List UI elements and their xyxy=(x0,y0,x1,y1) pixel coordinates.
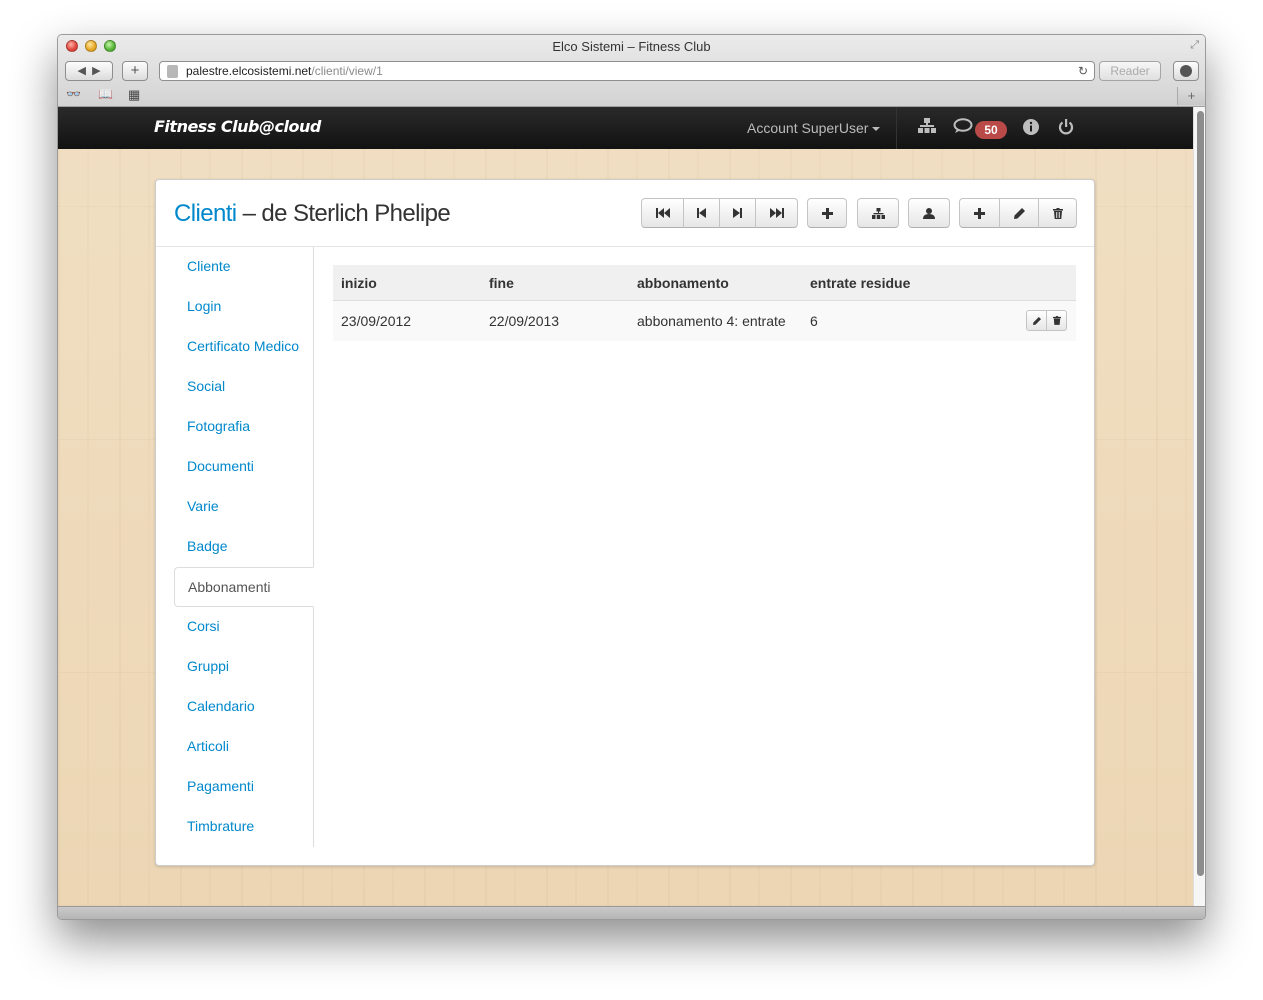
url-host: palestre.elcosistemi.net xyxy=(186,64,312,78)
plus-icon xyxy=(974,207,985,219)
reload-icon[interactable]: ↻ xyxy=(1078,62,1088,80)
top-navbar: Fitness Club@cloud Account SuperUser 50 xyxy=(58,107,1193,149)
column-header-abbonamento: abbonamento xyxy=(637,275,729,291)
status-bar xyxy=(58,906,1205,919)
previous-record-button[interactable] xyxy=(683,198,720,228)
trash-icon xyxy=(1052,316,1061,325)
page-title: Clienti – de Sterlich Phelipe xyxy=(174,200,451,228)
top-sites-icon[interactable]: ▦ xyxy=(128,87,140,103)
vertical-scrollbar[interactable] xyxy=(1193,107,1205,906)
previous-icon xyxy=(697,208,706,218)
back-icon[interactable]: ◀ xyxy=(77,65,85,77)
sidebar-item-pagamenti[interactable]: Pagamenti xyxy=(174,767,314,807)
add-bookmark-button[interactable]: + xyxy=(122,61,148,81)
bookmarks-icon[interactable]: 📖 xyxy=(98,87,113,101)
trash-icon xyxy=(1052,207,1063,219)
back-forward-buttons[interactable]: ◀ ▶ xyxy=(65,61,113,81)
user-icon xyxy=(923,207,935,219)
structure-group xyxy=(857,198,899,228)
subscription-actions-group xyxy=(959,198,1077,228)
table-row: 23/09/2012 22/09/2013 abbonamento 4: ent… xyxy=(333,301,1076,341)
brand-logo[interactable]: Fitness Club@cloud xyxy=(154,117,321,136)
user-button[interactable] xyxy=(908,198,950,228)
new-tab-button[interactable]: + xyxy=(1177,87,1205,105)
client-name: de Sterlich Phelipe xyxy=(261,200,451,227)
add-subscription-button[interactable] xyxy=(959,198,1000,228)
sitemap-icon[interactable] xyxy=(918,118,936,134)
caret-down-icon xyxy=(872,127,881,132)
structure-button[interactable] xyxy=(857,198,899,228)
last-icon xyxy=(769,208,784,218)
power-icon[interactable] xyxy=(1057,118,1075,136)
sidebar-item-articoli[interactable]: Articoli xyxy=(174,727,314,767)
breadcrumb-clienti[interactable]: Clienti xyxy=(174,200,237,227)
column-header-fine: fine xyxy=(489,275,514,291)
forward-icon[interactable]: ▶ xyxy=(92,65,100,77)
sidebar-item-login[interactable]: Login xyxy=(174,287,314,327)
downloads-icon[interactable] xyxy=(1173,61,1199,81)
page-viewport: Fitness Club@cloud Account SuperUser 50 … xyxy=(58,107,1193,906)
next-record-button[interactable] xyxy=(719,198,756,228)
title-separator: – xyxy=(236,200,262,227)
sidebar-item-certificato-medico[interactable]: Certificato Medico xyxy=(174,327,314,367)
account-menu[interactable]: Account SuperUser xyxy=(747,120,881,136)
pencil-icon xyxy=(1013,207,1025,219)
add-client-group xyxy=(807,198,847,228)
messages-count-badge[interactable]: 50 xyxy=(975,121,1007,139)
window-title: Elco Sistemi – Fitness Club xyxy=(552,39,711,54)
row-actions xyxy=(1026,310,1067,331)
cell-abbonamento: abbonamento 4: entrate xyxy=(637,313,786,329)
row-edit-button[interactable] xyxy=(1026,310,1047,331)
sidebar-item-corsi[interactable]: Corsi xyxy=(174,607,314,647)
reading-list-icon[interactable]: 👓 xyxy=(66,87,81,101)
edit-button[interactable] xyxy=(999,198,1039,228)
cell-fine: 22/09/2013 xyxy=(489,313,560,329)
sidebar-item-fotografia[interactable]: Fotografia xyxy=(174,407,314,447)
first-icon xyxy=(655,208,670,218)
table-header: inizio fine abbonamento entrate residue xyxy=(333,265,1076,301)
plus-icon xyxy=(821,207,833,219)
sidebar-item-gruppi[interactable]: Gruppi xyxy=(174,647,314,687)
next-icon xyxy=(733,208,742,218)
sidebar-item-calendario[interactable]: Calendario xyxy=(174,687,314,727)
url-path: /clienti/view/1 xyxy=(311,64,383,78)
bookmarks-bar: 👓 📖 ▦ xyxy=(58,85,1205,107)
info-icon[interactable] xyxy=(1022,118,1040,136)
address-bar[interactable]: palestre.elcosistemi.net/clienti/view/1 … xyxy=(159,61,1095,81)
sidebar-item-timbrature[interactable]: Timbrature xyxy=(174,807,314,847)
sidebar-item-abbonamenti[interactable]: Abbonamenti xyxy=(174,567,314,607)
cell-entrate-residue: 6 xyxy=(810,313,818,329)
comment-icon[interactable] xyxy=(953,118,973,134)
sidebar-item-varie[interactable]: Varie xyxy=(174,487,314,527)
column-header-entrate-residue: entrate residue xyxy=(810,275,911,291)
sitemap-icon xyxy=(871,207,885,219)
navbar-divider xyxy=(896,107,897,149)
pencil-icon xyxy=(1032,316,1041,325)
sidebar-item-documenti[interactable]: Documenti xyxy=(174,447,314,487)
add-client-button[interactable] xyxy=(807,198,847,228)
scrollbar-thumb[interactable] xyxy=(1197,111,1204,876)
browser-window: Elco Sistemi – Fitness Club ⤢ ◀ ▶ + pale… xyxy=(57,34,1206,920)
account-label: Account SuperUser xyxy=(747,120,869,136)
row-delete-button[interactable] xyxy=(1046,310,1067,331)
main-panel: Clienti – de Sterlich Phelipe Cliente Lo… xyxy=(155,179,1095,866)
navigation-button-group xyxy=(641,198,798,228)
sidebar-item-social[interactable]: Social xyxy=(174,367,314,407)
browser-titlebar: Elco Sistemi – Fitness Club ⤢ ◀ ▶ + pale… xyxy=(58,35,1205,107)
reader-button[interactable]: Reader xyxy=(1099,61,1161,81)
sidebar-item-badge[interactable]: Badge xyxy=(174,527,314,567)
sidebar-item-cliente[interactable]: Cliente xyxy=(174,247,314,287)
page-icon xyxy=(167,65,178,78)
fullscreen-icon[interactable]: ⤢ xyxy=(1190,39,1199,52)
delete-button[interactable] xyxy=(1038,198,1077,228)
first-record-button[interactable] xyxy=(641,198,684,228)
cell-inizio: 23/09/2012 xyxy=(341,313,412,329)
user-group xyxy=(908,198,950,228)
column-header-inizio: inizio xyxy=(341,275,377,291)
last-record-button[interactable] xyxy=(755,198,798,228)
